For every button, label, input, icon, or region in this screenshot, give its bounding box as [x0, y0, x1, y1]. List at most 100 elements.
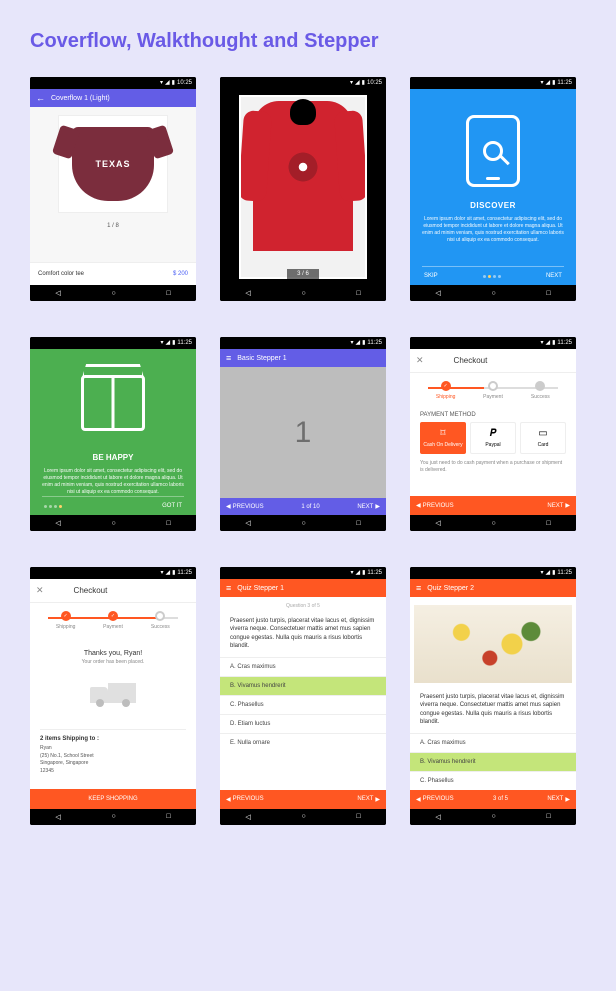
tshirt-print: TEXAS	[95, 159, 130, 169]
next-button[interactable]: NEXT ▶	[547, 502, 570, 509]
ship-addr1: (25) No.1, School Street	[40, 753, 186, 761]
recents-nav-icon[interactable]: □	[546, 520, 550, 527]
option-b[interactable]: B. Vivamus hendrerit	[220, 676, 386, 695]
appbar-title: Quiz Stepper 1	[237, 585, 284, 592]
stepper-footer: ◀ PREVIOUS NEXT ▶	[220, 790, 386, 809]
home-nav-icon[interactable]: ○	[301, 813, 305, 820]
back-nav-icon[interactable]: ◁	[245, 813, 250, 821]
thanks-message: Thanks you, Ryan!	[30, 650, 196, 657]
walkthrough-body: Lorem ipsum dolor sit amet, consectetur …	[422, 216, 564, 244]
clock: 10:25	[367, 80, 382, 86]
pay-card[interactable]: ▭Card	[520, 422, 566, 454]
next-button[interactable]: NEXT	[546, 273, 562, 279]
home-nav-icon[interactable]: ○	[491, 520, 495, 527]
phone-walkthrough-discover: ▾ ◢ ▮ 11:25 DISCOVER Lorem ipsum dolor s…	[410, 77, 576, 301]
option-d[interactable]: D. Etiam luctus	[220, 714, 386, 733]
battery-icon: ▮	[552, 340, 555, 346]
recents-nav-icon[interactable]: □	[546, 290, 550, 297]
keep-shopping-button[interactable]: KEEP SHOPPING	[30, 789, 196, 809]
recents-nav-icon[interactable]: □	[166, 290, 170, 297]
gotit-button[interactable]: GOT IT	[162, 503, 182, 509]
page-dots	[483, 275, 501, 278]
model-hair	[290, 99, 316, 125]
recents-nav-icon[interactable]: □	[166, 813, 170, 820]
section-heading: Coverflow, Walkthought and Stepper	[30, 30, 586, 53]
home-nav-icon[interactable]: ○	[111, 813, 115, 820]
statusbar: ▾ ◢ ▮ 11:25	[220, 337, 386, 349]
section-header: PAYMENT METHOD	[410, 408, 576, 422]
coverflow-area[interactable]: 3 / 6	[220, 89, 386, 285]
option-a[interactable]: A. Cras maximus	[220, 657, 386, 676]
home-nav-icon[interactable]: ○	[111, 290, 115, 297]
back-nav-icon[interactable]: ◁	[55, 519, 60, 527]
appbar-title: Quiz Stepper 2	[427, 585, 474, 592]
pay-cash[interactable]: ⌑Cash On Delivery	[420, 422, 466, 454]
skip-button[interactable]: SKIP	[424, 273, 438, 279]
pay-paypal[interactable]: 𝑷Paypal	[470, 422, 516, 454]
back-nav-icon[interactable]: ◁	[245, 519, 250, 527]
appbar-title: Basic Stepper 1	[237, 355, 286, 362]
back-nav-icon[interactable]: ◁	[245, 289, 250, 297]
statusbar: ▾ ◢ ▮ 11:25	[220, 567, 386, 579]
next-button[interactable]: NEXT ▶	[357, 796, 380, 803]
phone-coverflow-light: ▾ ◢ ▮ 10:25 ← Coverflow 1 (Light) TEXAS …	[30, 77, 196, 301]
home-nav-icon[interactable]: ○	[301, 290, 305, 297]
option-b[interactable]: B. Vivamus hendrerit	[410, 752, 576, 771]
phone-basic-stepper: ▾ ◢ ▮ 11:25 ≡ Basic Stepper 1 1 ◀ PREVIO…	[220, 337, 386, 531]
back-nav-icon[interactable]: ◁	[435, 519, 440, 527]
phones-grid: ▾ ◢ ▮ 10:25 ← Coverflow 1 (Light) TEXAS …	[30, 77, 586, 825]
hamburger-icon[interactable]: ≡	[226, 353, 231, 363]
signal-icon: ◢	[545, 340, 550, 346]
stepper-content[interactable]: 1	[220, 367, 386, 498]
back-nav-icon[interactable]: ◁	[435, 813, 440, 821]
home-nav-icon[interactable]: ○	[491, 813, 495, 820]
page-dots	[44, 505, 62, 508]
appbar: ≡ Basic Stepper 1	[220, 349, 386, 367]
option-a[interactable]: A. Cras maximus	[410, 733, 576, 752]
back-nav-icon[interactable]: ◁	[435, 289, 440, 297]
back-nav-icon[interactable]: ◁	[55, 813, 60, 821]
question-text: Praesent justo turpis, placerat vitae la…	[410, 687, 576, 733]
recents-nav-icon[interactable]: □	[356, 813, 360, 820]
next-button[interactable]: NEXT ▶	[547, 796, 570, 803]
wifi-icon: ▾	[350, 80, 353, 86]
coverflow-area[interactable]: TEXAS 1 / 8	[30, 107, 196, 262]
ship-name: Ryan	[40, 745, 186, 753]
back-icon[interactable]: ←	[36, 93, 45, 103]
paypal-icon: 𝑷	[490, 428, 497, 439]
recents-nav-icon[interactable]: □	[356, 290, 360, 297]
phone-walkthrough-behappy: ▾ ◢ ▮ 11:25 BE HAPPY Lorem ipsum dolor s…	[30, 337, 196, 531]
close-icon[interactable]: ✕	[36, 585, 44, 596]
hamburger-icon[interactable]: ≡	[226, 583, 231, 593]
android-navbar: ◁ ○ □	[220, 809, 386, 825]
home-nav-icon[interactable]: ○	[301, 520, 305, 527]
phone-checkout-payment: ▾ ◢ ▮ 11:25 ✕ Checkout Shipping Payment …	[410, 337, 576, 531]
previous-button[interactable]: ◀ PREVIOUS	[416, 502, 454, 509]
recents-nav-icon[interactable]: □	[166, 520, 170, 527]
previous-button[interactable]: ◀ PREVIOUS	[416, 796, 454, 803]
signal-icon: ◢	[165, 340, 170, 346]
previous-button[interactable]: ◀ PREVIOUS	[226, 796, 264, 803]
wifi-icon: ▾	[160, 570, 163, 576]
cash-icon: ⌑	[440, 428, 445, 439]
back-nav-icon[interactable]: ◁	[55, 289, 60, 297]
option-c[interactable]: C. Phasellus	[410, 771, 576, 790]
home-nav-icon[interactable]: ○	[491, 290, 495, 297]
signal-icon: ◢	[355, 570, 360, 576]
recents-nav-icon[interactable]: □	[356, 520, 360, 527]
previous-button[interactable]: ◀ PREVIOUS	[226, 503, 264, 510]
option-e[interactable]: E. Nulla ornare	[220, 733, 386, 752]
shipping-info: 2 items Shipping to : Ryan (25) No.1, Sc…	[40, 729, 186, 775]
modal-header: ✕ Checkout	[410, 349, 576, 373]
option-c[interactable]: C. Phasellus	[220, 695, 386, 714]
close-icon[interactable]: ✕	[416, 355, 424, 366]
home-nav-icon[interactable]: ○	[111, 520, 115, 527]
product-name: Comfort color tee	[38, 271, 84, 277]
signal-icon: ◢	[355, 80, 360, 86]
next-button[interactable]: NEXT ▶	[357, 503, 380, 510]
stepper-footer: ◀ PREVIOUS 1 of 10 NEXT ▶	[220, 498, 386, 515]
hamburger-icon[interactable]: ≡	[416, 583, 421, 593]
discover-icon	[466, 115, 520, 187]
walkthrough-title: BE HAPPY	[93, 453, 134, 462]
recents-nav-icon[interactable]: □	[546, 813, 550, 820]
